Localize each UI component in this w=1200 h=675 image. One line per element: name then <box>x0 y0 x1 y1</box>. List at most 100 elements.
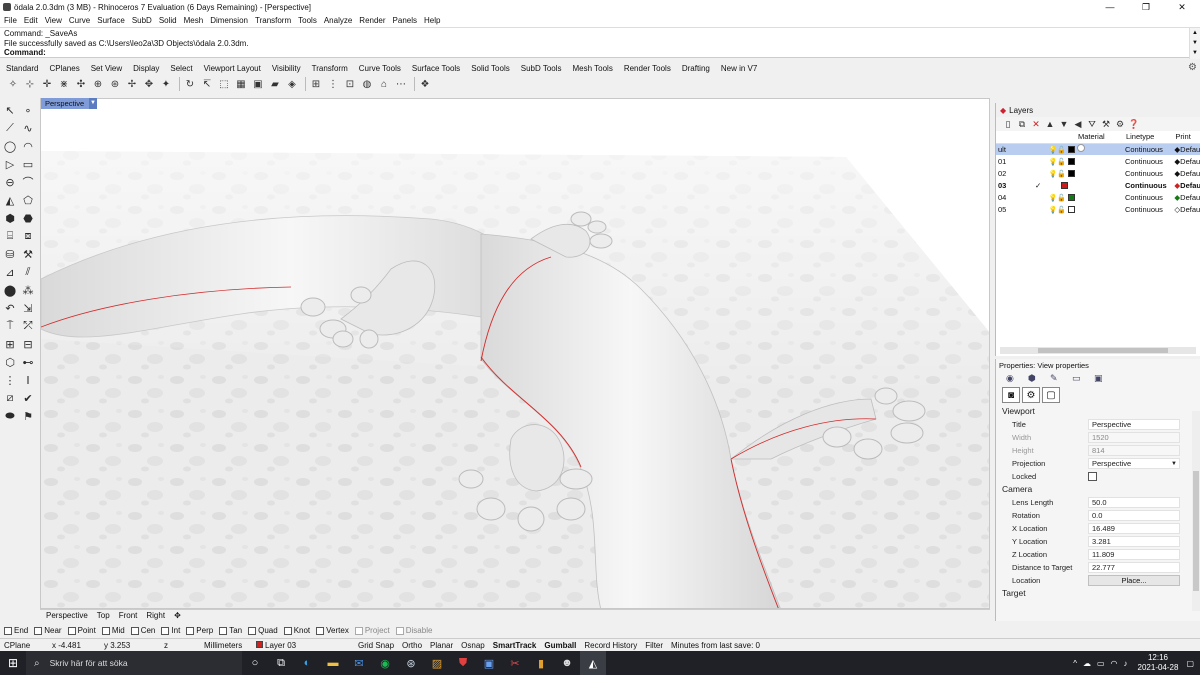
sphere-icon[interactable]: ⬣ <box>20 210 36 226</box>
select-arrow-icon[interactable]: ↖ <box>2 102 18 118</box>
move-down-icon[interactable]: ▼ <box>1058 119 1070 129</box>
edge-icon[interactable]: ◐ <box>294 651 320 675</box>
layers-horizontal-scrollbar[interactable] <box>1000 347 1196 354</box>
layer-print[interactable]: ◆Defau <box>1172 179 1200 191</box>
menu-curve[interactable]: Curve <box>69 16 90 25</box>
help-icon[interactable]: ❓ <box>1128 119 1140 130</box>
lock-icon[interactable]: 🔓 <box>1057 195 1066 202</box>
layer-state-cell[interactable]: 💡🔓 <box>1046 167 1075 179</box>
bulb-icon[interactable]: 💡 <box>1048 171 1057 178</box>
tab-render-tools[interactable]: Render Tools <box>624 64 671 73</box>
checkbox[interactable] <box>4 626 12 635</box>
minimize-button[interactable]: — <box>1092 2 1128 13</box>
tab-viewport-layout[interactable]: Viewport Layout <box>204 64 261 73</box>
menu-subd[interactable]: SubD <box>132 16 152 25</box>
tab-set-view[interactable]: Set View <box>91 64 122 73</box>
layer-print[interactable]: ◆Defau <box>1172 143 1200 155</box>
layer-material-cell[interactable] <box>1075 191 1123 203</box>
layer-material-cell[interactable] <box>1075 179 1123 191</box>
text-icon[interactable]: Ⅰ <box>20 372 36 388</box>
select-all-icon[interactable]: ⊡ <box>343 77 357 91</box>
layer-print[interactable]: ◇Defau <box>1172 203 1200 215</box>
osnap-project[interactable]: Project <box>354 626 390 635</box>
z-location-field[interactable]: 11.809 <box>1088 549 1180 560</box>
user-app-icon[interactable]: ☻ <box>554 651 580 675</box>
bulb-icon[interactable]: 💡 <box>1048 147 1057 154</box>
osnap-cen[interactable]: Cen <box>130 626 155 635</box>
checkbox[interactable] <box>186 626 195 635</box>
tools-menu-icon[interactable]: ⚙ <box>1114 119 1126 130</box>
layer-row[interactable]: 05 💡🔓 Continuous ◇Defau <box>996 203 1200 215</box>
check-icon[interactable]: ✔ <box>20 390 36 406</box>
close-button[interactable]: ✕ <box>1164 2 1200 13</box>
box-icon[interactable]: ⬢ <box>2 210 18 226</box>
settings-icon[interactable]: ⚙ <box>1022 387 1040 403</box>
filter-icon[interactable]: ⛛ <box>1086 119 1098 130</box>
gumball-icon[interactable]: ⤱ <box>20 318 36 334</box>
lock-icon[interactable]: 🔓 <box>1057 171 1066 178</box>
distance-to-target-field[interactable]: 22.777 <box>1088 562 1180 573</box>
tab-visibility[interactable]: Visibility <box>272 64 301 73</box>
checkbox[interactable] <box>248 626 257 635</box>
cloud-icon[interactable]: ☁ <box>1083 659 1091 668</box>
trim-icon[interactable]: ⊿ <box>2 264 18 280</box>
move-up-icon[interactable]: ▲ <box>1044 119 1056 129</box>
new-sublayer-icon[interactable]: ⧉ <box>1016 119 1028 130</box>
layer-current-cell[interactable] <box>1033 191 1046 203</box>
zoom-icon[interactable]: ▦ <box>234 77 248 91</box>
group-icon[interactable]: ⁂ <box>20 282 36 298</box>
light-icon[interactable]: ⚑ <box>20 408 36 424</box>
layer-color-swatch[interactable] <box>1068 206 1075 214</box>
rotate-icon[interactable]: ↶ <box>2 300 18 316</box>
layer-state-cell[interactable]: 💡🔓 <box>1046 191 1075 203</box>
menu-solid[interactable]: Solid <box>159 16 177 25</box>
layer-row[interactable]: 01 💡🔓 Continuous ◆Defau <box>996 155 1200 167</box>
task-view-icon[interactable]: ⧉ <box>268 651 294 675</box>
viewport-title-tab[interactable]: Perspective ▼ <box>41 98 97 109</box>
layer-linetype[interactable]: Continuous <box>1123 191 1172 203</box>
current-layer[interactable]: Layer 03 <box>252 640 354 650</box>
layer-row[interactable]: 02 💡🔓 Continuous ◆Defau <box>996 167 1200 179</box>
zoom-window-icon[interactable]: ▰ <box>268 77 282 91</box>
layer-linetype[interactable]: Continuous <box>1123 203 1172 215</box>
material-tab-icon[interactable]: ⬢ <box>1028 373 1050 384</box>
surface-icon[interactable]: ◭ <box>2 192 18 208</box>
wifi-icon[interactable]: ◠ <box>1111 659 1118 668</box>
align-icon[interactable]: ⊟ <box>20 336 36 352</box>
layer-linetype[interactable]: Continuous <box>1123 155 1172 167</box>
layer-material-cell[interactable] <box>1075 203 1123 215</box>
delete-layer-icon[interactable]: ✕ <box>1030 119 1042 130</box>
y-location-field[interactable]: 3.281 <box>1088 536 1180 547</box>
grid-icon[interactable]: ⋮ <box>326 77 340 91</box>
save-icon[interactable]: ✛ <box>40 77 54 91</box>
osnap-mid[interactable]: Mid <box>101 626 125 635</box>
layer-print[interactable]: ◆Defau <box>1172 191 1200 203</box>
tab-mesh-tools[interactable]: Mesh Tools <box>573 64 613 73</box>
boolean-icon[interactable]: ⛁ <box>2 246 18 262</box>
toggle-smarttrack[interactable]: SmartTrack <box>489 641 541 650</box>
toggle-ortho[interactable]: Ortho <box>398 641 426 650</box>
tab-new-in-v7[interactable]: New in V7 <box>721 64 757 73</box>
menu-transform[interactable]: Transform <box>255 16 291 25</box>
osnap-int[interactable]: Int <box>161 626 180 635</box>
toolbar-settings-icon[interactable]: ⚙ <box>1188 62 1197 73</box>
camera-icon[interactable]: ◙ <box>1002 387 1020 403</box>
layer-current-cell[interactable] <box>1033 143 1047 155</box>
zoom-extents-icon[interactable]: ▣ <box>251 77 265 91</box>
windows-start-icon[interactable]: ⊞ <box>0 656 26 670</box>
properties-scrollbar[interactable] <box>1192 411 1200 611</box>
import-icon[interactable]: ✣ <box>74 77 88 91</box>
osnap-quad[interactable]: Quad <box>248 626 278 635</box>
layer-state-cell[interactable]: 💡🔓 <box>1046 143 1075 155</box>
place-button[interactable]: Place... <box>1088 575 1180 586</box>
lock-icon[interactable]: 🔓 <box>1057 147 1066 154</box>
undo-icon[interactable]: ✦ <box>159 77 173 91</box>
photo-app-icon[interactable]: ▣ <box>476 651 502 675</box>
object-properties-icon[interactable]: ◉ <box>1006 373 1028 384</box>
locked-checkbox[interactable] <box>1088 472 1097 481</box>
viewport-menu-arrow-icon[interactable]: ▼ <box>89 98 97 109</box>
tab-right[interactable]: Right <box>146 611 165 620</box>
layer-current-cell[interactable] <box>1033 155 1046 167</box>
new-layer-icon[interactable]: ▯ <box>1002 119 1014 130</box>
notification-icon[interactable]: ▢ <box>1186 659 1194 668</box>
